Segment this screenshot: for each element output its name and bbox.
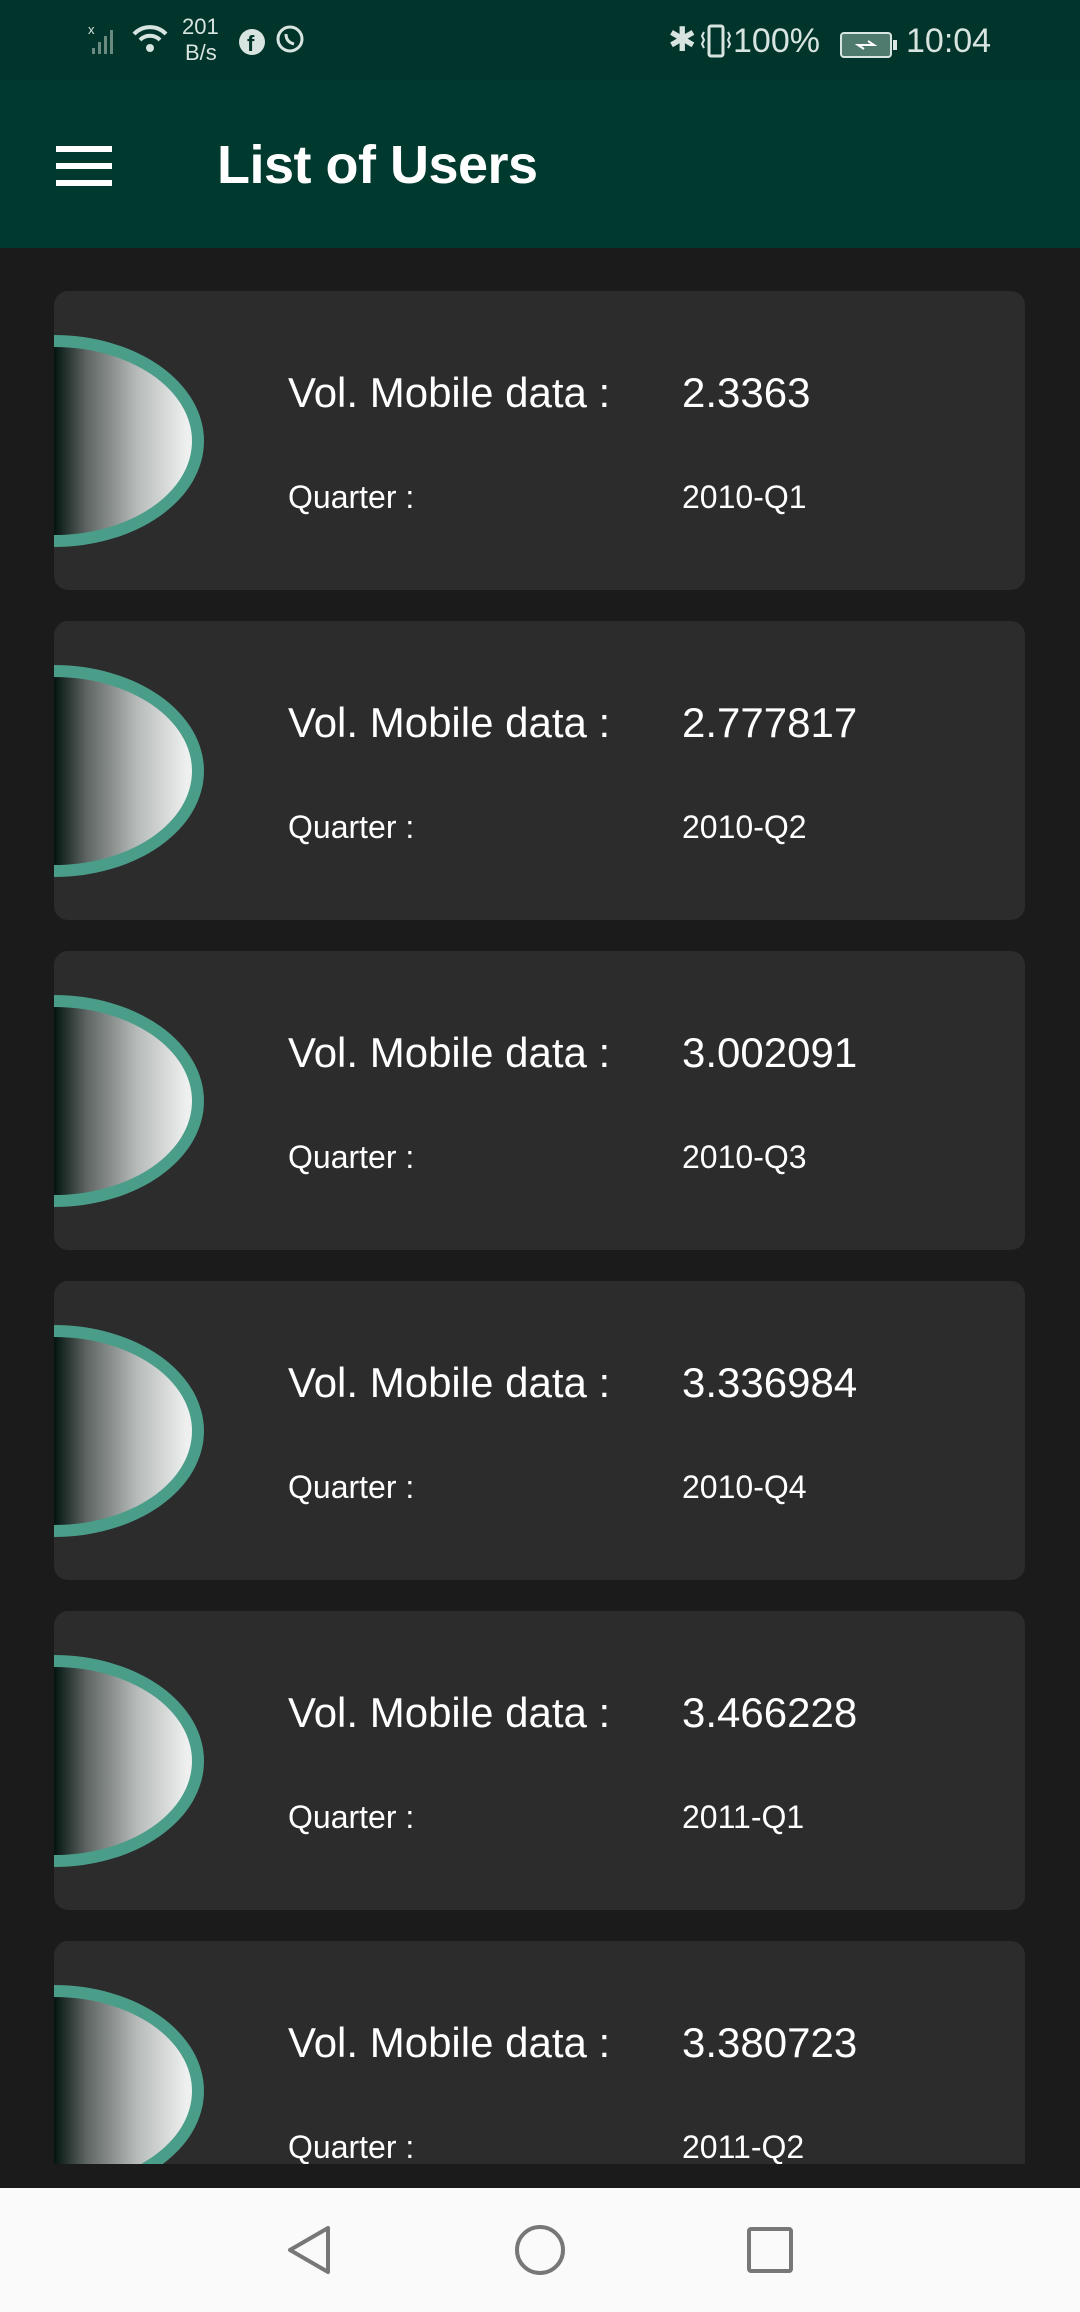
quarter-value: 2010-Q3: [682, 1139, 807, 1175]
quarter-value: 2010-Q4: [682, 1469, 807, 1505]
menu-icon[interactable]: [56, 146, 112, 186]
net-speed-unit: B/s: [185, 40, 217, 65]
vibrate-icon: [700, 24, 732, 67]
signal-icon: x: [88, 22, 120, 65]
avatar: [54, 1655, 204, 1867]
page-title: List of Users: [217, 135, 538, 195]
volume-value: 2.777817: [682, 699, 858, 746]
battery-charging-icon: [840, 28, 900, 67]
volume-label: Vol. Mobile data :: [288, 1689, 611, 1736]
clock: 10:04: [906, 22, 992, 60]
avatar: [54, 335, 204, 547]
back-icon[interactable]: [284, 2224, 334, 2281]
list-item[interactable]: Vol. Mobile data : 2.777817 Quarter : 20…: [54, 621, 1025, 920]
quarter-value: 2011-Q1: [682, 1799, 805, 1835]
volume-value: 3.380723: [682, 2019, 858, 2066]
navigation-bar: [0, 2188, 1080, 2312]
volume-label: Vol. Mobile data :: [288, 1029, 611, 1076]
status-bar: x 201 B/s f ✱ 100% 10:04: [0, 0, 1080, 80]
net-speed-value: 201: [182, 14, 219, 39]
quarter-label: Quarter :: [288, 1139, 415, 1175]
quarter-value: 2010-Q2: [682, 809, 807, 845]
quarter-label: Quarter :: [288, 1469, 415, 1505]
home-icon[interactable]: [514, 2224, 566, 2281]
quarter-label: Quarter :: [288, 1799, 415, 1835]
volume-label: Vol. Mobile data :: [288, 369, 611, 416]
wifi-icon: [130, 20, 170, 65]
battery-percent: 100%: [733, 22, 820, 60]
volume-value: 3.336984: [682, 1359, 858, 1406]
svg-text:x: x: [88, 22, 95, 37]
volume-value: 2.3363: [682, 369, 811, 416]
whatsapp-icon: [274, 24, 306, 65]
recents-icon[interactable]: [746, 2226, 794, 2279]
volume-label: Vol. Mobile data :: [288, 1359, 611, 1406]
list-item[interactable]: Vol. Mobile data : 3.466228 Quarter : 20…: [54, 1611, 1025, 1910]
facebook-icon: f: [238, 26, 266, 65]
quarter-value: 2011-Q2: [682, 2129, 805, 2164]
avatar: [54, 1325, 204, 1537]
list-item[interactable]: Vol. Mobile data : 3.002091 Quarter : 20…: [54, 951, 1025, 1250]
quarter-label: Quarter :: [288, 809, 415, 845]
volume-value: 3.002091: [682, 1029, 858, 1076]
volume-label: Vol. Mobile data :: [288, 699, 611, 746]
list-item[interactable]: Vol. Mobile data : 3.380723 Quarter : 20…: [54, 1941, 1025, 2164]
quarter-value: 2010-Q1: [682, 479, 807, 515]
list-item[interactable]: Vol. Mobile data : 2.3363 Quarter : 2010…: [54, 291, 1025, 590]
list-item[interactable]: Vol. Mobile data : 3.336984 Quarter : 20…: [54, 1281, 1025, 1580]
volume-label: Vol. Mobile data :: [288, 2019, 611, 2066]
bluetooth-icon: ✱: [668, 21, 697, 59]
svg-text:f: f: [247, 31, 255, 56]
avatar: [54, 995, 204, 1207]
avatar: [54, 1985, 204, 2164]
user-list[interactable]: Vol. Mobile data : 2.3363 Quarter : 2010…: [0, 248, 1080, 2164]
volume-value: 3.466228: [682, 1689, 858, 1736]
app-bar: [0, 80, 1080, 248]
quarter-label: Quarter :: [288, 2129, 415, 2164]
avatar: [54, 665, 204, 877]
quarter-label: Quarter :: [288, 479, 415, 515]
